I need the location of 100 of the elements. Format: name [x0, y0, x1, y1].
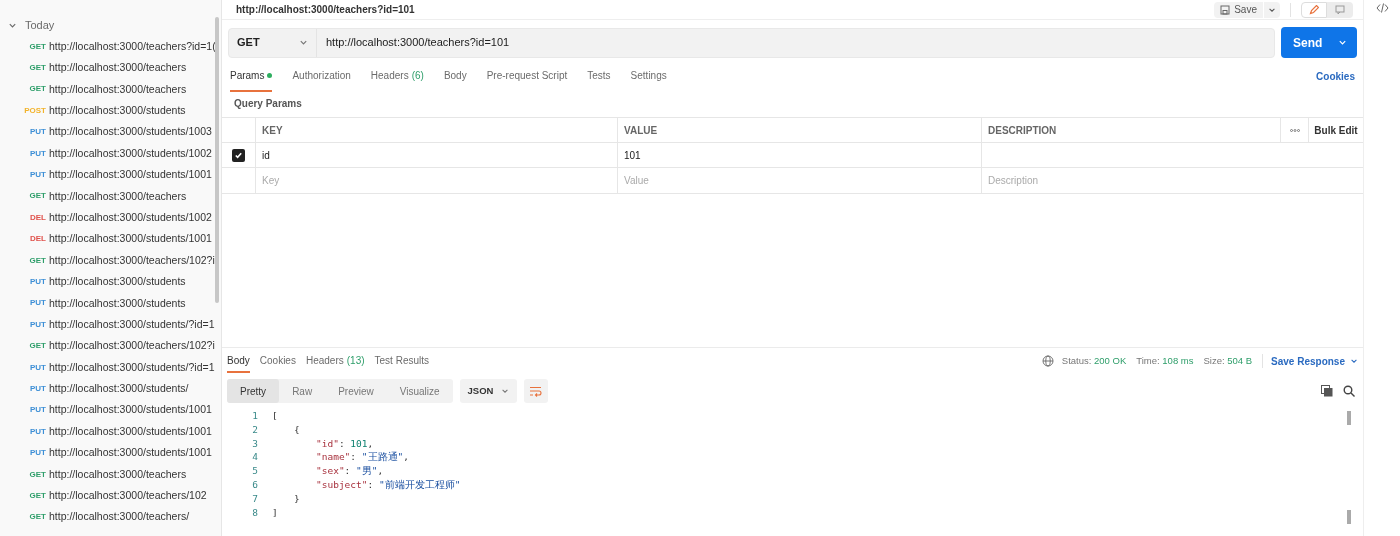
history-item[interactable]: PUT http://localhost:3000/students [0, 271, 221, 293]
caret-icon [1350, 357, 1358, 365]
request-tab[interactable]: Body [443, 61, 467, 92]
history-item[interactable]: PUT http://localhost:3000/students/1002 [0, 142, 221, 165]
history-item[interactable]: GET http://localhost:3000/teachers?id=1( [0, 36, 221, 58]
status-text: Time: 108 ms [1136, 353, 1194, 368]
history-item[interactable]: GET http://localhost:3000/teachers/ [0, 506, 221, 528]
response-tab[interactable]: Headers (13) [305, 349, 365, 373]
table-cell[interactable]: 101 [618, 143, 982, 167]
history-item[interactable]: PUT http://localhost:3000/students [0, 292, 221, 315]
method-label: PUT [29, 147, 47, 160]
history-item[interactable]: PUT http://localhost:3000/students/1003 [0, 121, 221, 143]
history-item[interactable]: PUT http://localhost:3000/students/ [0, 378, 221, 400]
history-item[interactable]: DEL http://localhost:3000/students/1001 [0, 228, 221, 250]
line-number: 1 [251, 409, 258, 423]
scrollbar[interactable] [1347, 510, 1351, 524]
wrap-lines-icon [529, 385, 543, 397]
request-tab[interactable]: Params [230, 61, 273, 92]
wrap-button[interactable] [523, 379, 548, 403]
history-item[interactable]: GET http://localhost:3000/teachers [0, 78, 221, 101]
response-tab[interactable]: Cookies [259, 349, 296, 373]
request-url: http://localhost:3000/students/1001 [49, 445, 212, 461]
method-label: PUT [29, 276, 47, 288]
table-cell[interactable]: id [256, 143, 618, 167]
comment-button[interactable] [1327, 1, 1353, 18]
description-field[interactable]: Description [982, 168, 1363, 193]
request-url: http://localhost:3000/students/1002 [49, 145, 212, 161]
response-tab[interactable]: Test Results [374, 349, 429, 373]
view-tab[interactable]: Visualize [386, 379, 453, 403]
pencil-icon [1309, 4, 1319, 15]
request-url: http://localhost:3000/teachers [49, 188, 187, 204]
check-icon [234, 150, 243, 160]
method-label: GET [28, 62, 47, 75]
url-field[interactable]: http://localhost:3000/teachers?id=101 [317, 28, 1274, 57]
save-button[interactable]: Save [1214, 1, 1263, 18]
request-url: http://localhost:3000/students/?id=1 [49, 316, 215, 332]
method-label: PUT [29, 126, 47, 139]
view-tab[interactable]: Preview [325, 379, 387, 403]
request-url: http://localhost:3000/teachers/ [49, 509, 190, 525]
code-line: "name": "王路通", [316, 450, 409, 465]
caret-icon [500, 387, 509, 395]
code-icon[interactable] [1375, 3, 1389, 13]
line-number: 8 [251, 505, 258, 520]
method-select[interactable]: GET [229, 28, 317, 57]
history-item[interactable]: GET http://localhost:3000/teachers/102 [0, 485, 221, 507]
request-url: http://localhost:3000/students/ [49, 381, 189, 397]
search-icon[interactable] [1343, 385, 1355, 397]
save-icon [1220, 4, 1231, 15]
method-label: GET [28, 511, 47, 524]
copy-icon [1321, 385, 1333, 397]
status-text: Size: 504 B [1203, 353, 1253, 368]
history-item[interactable]: DEL http://localhost:3000/students/1002 [0, 207, 221, 229]
request-tab[interactable]: Headers (6) [370, 61, 424, 92]
history-item[interactable]: GET http://localhost:3000/teachers [0, 185, 221, 208]
request-tab[interactable]: Pre-request Script [486, 61, 568, 92]
cookies-link[interactable]: Cookies [1316, 69, 1355, 84]
key-field[interactable]: Key [256, 168, 618, 193]
group-header[interactable]: Today [0, 14, 221, 36]
history-item[interactable]: PUT http://localhost:3000/students/1001 [0, 421, 221, 443]
method-label: GET [28, 190, 47, 203]
history-item[interactable]: PUT http://localhost:3000/students/1001 [0, 399, 221, 422]
request-url: http://localhost:3000/teachers/102 [49, 488, 207, 503]
request-url: http://localhost:3000/students/1001 [49, 167, 212, 183]
request-tab[interactable]: Authorization [292, 61, 351, 92]
checkbox[interactable] [232, 148, 245, 162]
column-header: DESCRIPTION [982, 118, 1281, 142]
edit-button[interactable] [1301, 1, 1327, 18]
request-url: http://localhost:3000/students/?id=1 [49, 359, 215, 375]
history-item[interactable]: POST http://localhost:3000/students [0, 100, 221, 122]
history-item[interactable]: GET http://localhost:3000/teachers [0, 57, 221, 79]
view-tab[interactable]: Pretty [227, 379, 280, 403]
method-label: PUT [29, 382, 47, 395]
history-item[interactable]: PUT http://localhost:3000/students/1001 [0, 164, 221, 186]
request-tab[interactable]: Tests [587, 61, 611, 92]
scrollbar[interactable] [215, 17, 219, 303]
save-dropdown[interactable] [1264, 1, 1280, 18]
history-item[interactable]: GET http://localhost:3000/teachers [0, 463, 221, 486]
column-header: VALUE [618, 118, 982, 142]
code-line: "sex": "男", [316, 464, 384, 478]
save-response-button[interactable]: Save Response [1271, 353, 1358, 369]
history-item[interactable]: GET http://localhost:3000/teachers/102?i [0, 335, 221, 357]
value-field[interactable]: Value [618, 168, 982, 193]
more-icon [1289, 128, 1300, 132]
request-url: http://localhost:3000/students [49, 274, 186, 290]
history-item[interactable]: GET http://localhost:3000/teachers/102?i [0, 249, 221, 272]
history-item[interactable]: PUT http://localhost:3000/students/1001 [0, 442, 221, 464]
history-item[interactable]: PUT http://localhost:3000/students/?id=1 [0, 314, 221, 336]
send-button[interactable]: Send [1281, 27, 1357, 58]
history-item[interactable]: PUT http://localhost:3000/students/?id=1 [0, 356, 221, 379]
format-select[interactable]: JSON [459, 379, 517, 403]
request-tab[interactable]: Settings [630, 61, 667, 92]
method-label: PUT [29, 169, 47, 182]
scrollbar[interactable] [1347, 411, 1351, 425]
request-url: http://localhost:3000/teachers [49, 60, 187, 76]
bulk-edit-button[interactable]: Bulk Edit [1309, 118, 1363, 142]
code-line: } [294, 491, 300, 506]
method-label: POST [23, 104, 47, 117]
url-bar[interactable]: GET http://localhost:3000/teachers?id=101 [228, 27, 1275, 58]
view-tab[interactable]: Raw [279, 379, 326, 403]
response-tab[interactable]: Body [227, 349, 250, 373]
